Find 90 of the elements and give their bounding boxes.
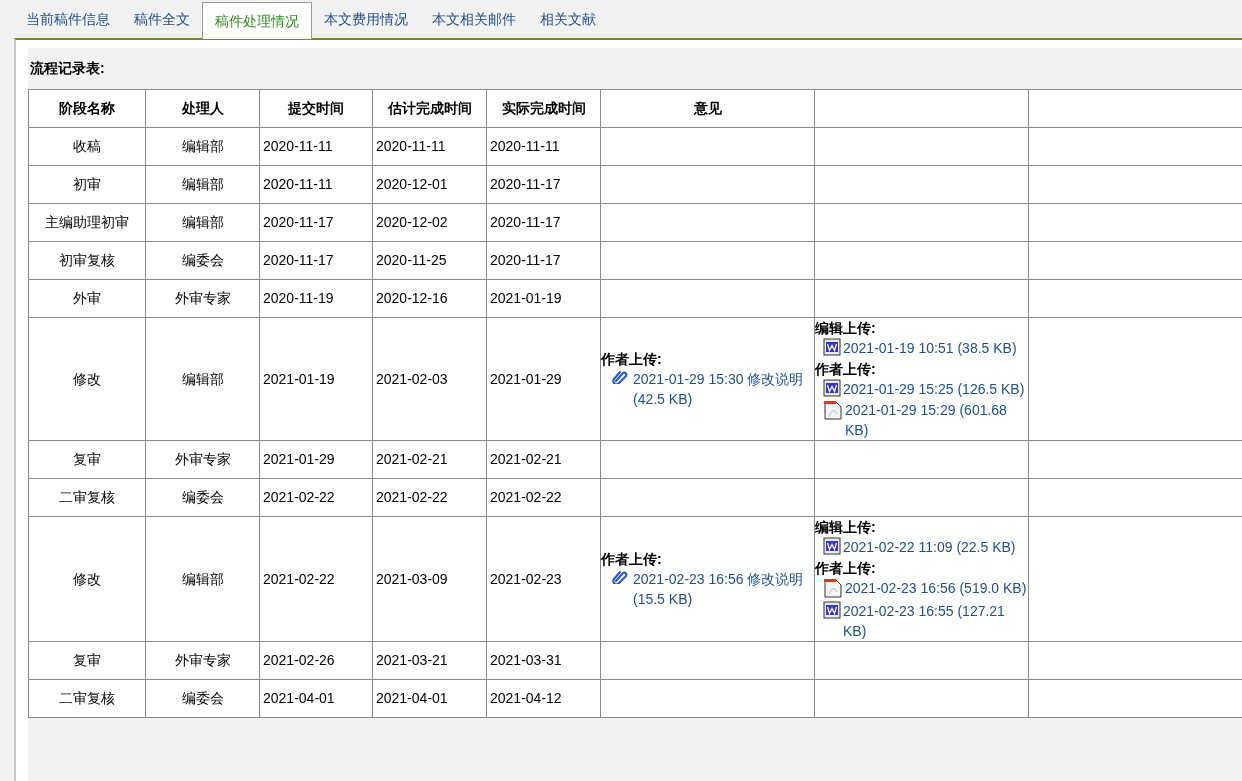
paperclip-icon [612,570,628,584]
table-cell: 2020-11-11 [486,127,601,166]
table-cell: 二审复核 [28,679,146,718]
column-header: 处理人 [145,89,260,128]
table-cell: 编辑部 [145,127,260,166]
table-cell: 2021-03-09 [372,516,487,642]
column-header: 实际完成时间 [486,89,601,128]
file-link[interactable]: 2021-01-19 10:51 (38.5 KB) [843,338,1028,358]
table-cell: 2020-11-11 [259,165,373,204]
upload-label: 作者上传: [601,550,663,569]
table-cell: 2020-11-17 [259,203,373,242]
table-cell: 修改 [28,317,146,441]
upload-label: 作者上传: [601,350,663,369]
table-cell: 修改 [28,516,146,642]
table-cell: 编委会 [145,241,260,280]
table-cell: 2021-02-22 [486,478,601,517]
table-cell: 编辑部 [145,516,260,642]
table-cell: 外审 [28,279,146,318]
table-cell: 2021-02-23 [486,516,601,642]
table-cell: 2021-02-26 [259,641,373,680]
word-document-icon [823,601,841,619]
table-cell: 复审 [28,440,146,479]
table-cell: 2020-11-11 [259,127,373,166]
table-cell: 2020-12-16 [372,279,487,318]
file-link[interactable]: 2021-01-29 15:29 (601.68 KB) [845,400,1028,440]
file-link[interactable]: 2021-02-23 16:56 (519.0 KB) [845,578,1028,598]
upload-label: 编辑上传: [815,518,877,537]
table-cell: 2021-04-01 [259,679,373,718]
tab[interactable]: 稿件全文 [122,1,202,38]
table-cell: 编委会 [145,478,260,517]
file-link[interactable]: 2021-01-29 15:25 (126.5 KB) [843,379,1028,399]
file-link[interactable]: 2021-01-29 15:30 修改说明 (42.5 KB) [633,369,814,409]
table-cell: 2021-02-21 [486,440,601,479]
file-link[interactable]: 2021-02-22 11:09 (22.5 KB) [843,537,1028,557]
table-cell: 2020-11-17 [259,241,373,280]
table-cell: 外审专家 [145,440,260,479]
table-cell: 初审 [28,165,146,204]
table-cell: 编辑部 [145,317,260,441]
table-cell: 收稿 [28,127,146,166]
tab[interactable]: 相关文献 [528,1,608,38]
table-cell: 2020-11-17 [486,203,601,242]
table-cell: 2020-11-17 [486,165,601,204]
table-cell: 2020-12-02 [372,203,487,242]
tab[interactable]: 本文费用情况 [312,1,420,38]
table-cell: 2020-12-01 [372,165,487,204]
table-cell: 2021-02-21 [372,440,487,479]
file-link[interactable]: 2021-02-23 16:56 修改说明 (15.5 KB) [633,569,814,609]
word-document-icon [823,379,841,397]
upload-label: 编辑上传: [815,319,877,338]
file-link[interactable]: 2021-02-23 16:55 (127.21 KB) [843,601,1028,641]
section-title: 流程记录表: [29,59,106,78]
table-cell: 外审专家 [145,279,260,318]
table-cell: 主编助理初审 [28,203,146,242]
table-cell: 编委会 [145,679,260,718]
paperclip-icon [612,370,628,384]
table-cell: 2021-01-29 [486,317,601,441]
table-cell: 编辑部 [145,165,260,204]
column-header: 意见 [600,89,815,128]
pdf-document-icon [823,400,843,420]
tab[interactable]: 当前稿件信息 [14,1,122,38]
tab[interactable]: 稿件处理情况 [202,2,312,39]
pdf-document-icon [823,578,843,598]
table-cell: 2020-11-11 [372,127,487,166]
table-cell: 2021-01-29 [259,440,373,479]
table-cell: 2020-11-25 [372,241,487,280]
table-cell: 2021-03-21 [372,641,487,680]
table-cell: 2021-01-19 [259,317,373,441]
word-document-icon [823,537,841,555]
table-cell: 复审 [28,641,146,680]
table-cell: 二审复核 [28,478,146,517]
table-cell: 2021-01-19 [486,279,601,318]
table-cell: 2021-02-22 [259,478,373,517]
word-document-icon [823,338,841,356]
table-cell: 编辑部 [145,203,260,242]
table-cell: 2021-02-03 [372,317,487,441]
column-header: 阶段名称 [28,89,146,128]
table-cell: 2021-03-31 [486,641,601,680]
table-cell: 2021-02-22 [259,516,373,642]
table-cell: 2021-04-01 [372,679,487,718]
tab[interactable]: 本文相关邮件 [420,1,528,38]
table-cell: 2020-11-17 [486,241,601,280]
table-cell: 外审专家 [145,641,260,680]
upload-label: 作者上传: [815,360,877,379]
column-header: 估计完成时间 [372,89,487,128]
table-cell: 初审复核 [28,241,146,280]
table-cell: 2021-04-12 [486,679,601,718]
table-cell: 2020-11-19 [259,279,373,318]
table-cell: 2021-02-22 [372,478,487,517]
column-header: 提交时间 [259,89,373,128]
upload-label: 作者上传: [815,559,877,578]
